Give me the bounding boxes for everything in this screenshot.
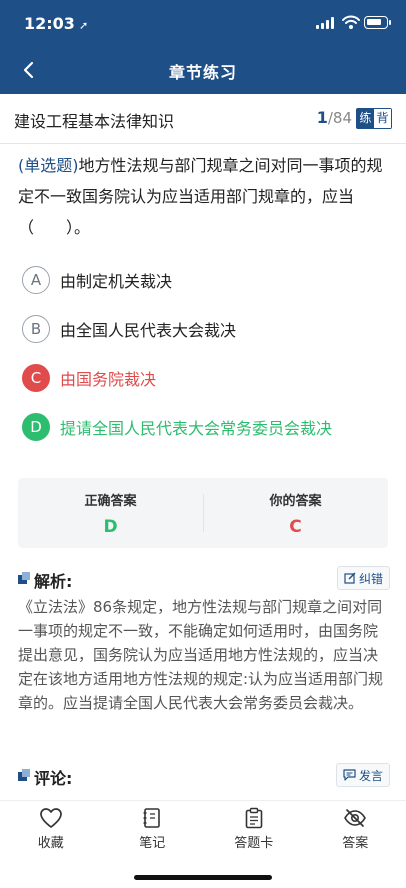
tab-label: 答案: [342, 836, 369, 851]
analysis-title: 解析:: [34, 572, 73, 591]
your-answer: 你的答案 C: [203, 490, 388, 537]
mode-memorize-button[interactable]: 背: [374, 109, 391, 128]
option-text: 由全国人民代表大会裁决: [60, 321, 237, 340]
total-questions: /84: [327, 109, 352, 127]
report-error-label: 纠错: [358, 571, 383, 586]
option-c[interactable]: C 由国务院裁决: [22, 362, 392, 394]
correct-answer-value: D: [103, 517, 118, 537]
correct-answer: 正确答案 D: [18, 490, 203, 537]
mode-practice-button[interactable]: 练: [357, 109, 374, 128]
post-comment-button[interactable]: 发言: [335, 763, 390, 787]
status-time: 12:03 ➚: [24, 14, 88, 33]
status-time-text: 12:03: [24, 14, 75, 33]
subject-header: 建设工程基本法律知识 1/84 练 背: [0, 94, 406, 144]
option-letter-badge: C: [22, 364, 50, 392]
question-stem: (单选题)地方性法规与部门规章之间对同一事项的规定不一致国务院认为应当适用部门规…: [18, 150, 394, 243]
notebook-icon: [143, 808, 161, 828]
mode-toggle: 练 背: [356, 108, 392, 129]
analysis-text: 《立法法》86条规定，地方性法规与部门规章之间对同一事项的规定不一致，不能确定如…: [18, 598, 384, 712]
your-answer-label: 你的答案: [269, 494, 322, 509]
option-letter-badge: D: [22, 413, 50, 441]
tab-answer-sheet[interactable]: 答题卡: [203, 801, 305, 858]
cellular-signal-icon: [316, 17, 334, 29]
location-arrow-icon: ➚: [78, 19, 89, 32]
comments-header: 评论: 发言: [18, 763, 390, 788]
option-letter-badge: A: [22, 266, 50, 294]
option-letter-badge: B: [22, 315, 50, 343]
nav-bar: 章节练习: [0, 46, 406, 94]
question-type: (单选题): [18, 156, 79, 175]
wifi-icon: [342, 15, 360, 29]
tab-label: 答题卡: [234, 836, 274, 851]
eye-off-icon: [344, 809, 367, 827]
tab-notes[interactable]: 笔记: [102, 801, 204, 858]
comment-icon: [343, 769, 356, 781]
analysis-header: 解析: 纠错: [18, 566, 390, 591]
option-b[interactable]: B 由全国人民代表大会裁决: [22, 313, 392, 345]
tab-favorite[interactable]: 收藏: [0, 801, 102, 858]
tab-label: 收藏: [37, 836, 64, 851]
clipboard-icon: [245, 807, 263, 829]
top-bar: 12:03 ➚ 章节练习: [0, 0, 406, 94]
section-marker-icon: [18, 769, 30, 781]
option-a[interactable]: A 由制定机关裁决: [22, 264, 392, 296]
battery-icon: [364, 16, 391, 29]
heart-icon: [39, 808, 62, 828]
tab-answer[interactable]: 答案: [305, 801, 406, 858]
tab-label: 笔记: [139, 836, 166, 851]
edit-icon: [344, 572, 356, 584]
current-question-number: 1: [316, 108, 328, 127]
subject-name: 建设工程基本法律知识: [14, 112, 175, 131]
report-error-button[interactable]: 纠错: [336, 566, 390, 590]
answer-summary: 正确答案 D 你的答案 C: [18, 478, 388, 548]
page-title: 章节练习: [168, 63, 237, 82]
option-text: 由国务院裁决: [60, 370, 157, 389]
question-counter: 1/84: [317, 108, 352, 127]
option-d[interactable]: D 提请全国人民代表大会常务委员会裁决: [22, 411, 392, 443]
comments-title: 评论:: [34, 769, 73, 788]
home-indicator: [134, 875, 272, 880]
option-text: 由制定机关裁决: [60, 272, 173, 291]
bottom-tab-bar: 收藏 笔记 答题卡 答案: [0, 800, 406, 858]
post-comment-label: 发言: [358, 768, 383, 783]
your-answer-value: C: [289, 517, 302, 537]
section-marker-icon: [18, 572, 30, 584]
status-bar: 12:03 ➚: [0, 0, 406, 46]
correct-answer-label: 正确答案: [84, 494, 137, 509]
option-text: 提请全国人民代表大会常务委员会裁决: [60, 419, 333, 438]
